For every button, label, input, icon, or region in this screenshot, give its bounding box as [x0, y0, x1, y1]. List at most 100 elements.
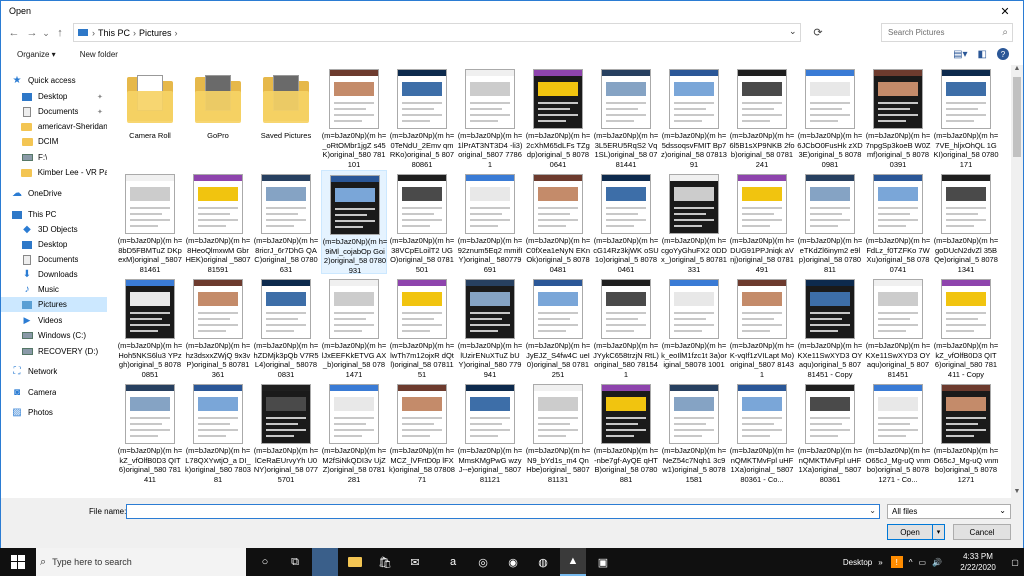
- file-item[interactable]: (m=bJaz0Np)(m h=38VCpELoilT2 UGO)origina…: [389, 170, 455, 274]
- file-item[interactable]: (m=bJaz0Np)(m h=5dssoqsvFMIT Bp7z)origin…: [661, 65, 727, 169]
- file-item[interactable]: (m=bJaz0Np)(m h=92znum5Eq2 mmifIY)origin…: [457, 170, 523, 274]
- taskbar-app-blank[interactable]: [312, 548, 338, 576]
- file-item[interactable]: (m=bJaz0Np)(m h=0TeNdU_2Emv qmRKo)origin…: [389, 65, 455, 169]
- file-item[interactable]: (m=bJaz0Np)(m h=L78QXYwtjO_a DI_k)origin…: [185, 380, 251, 484]
- sidebar-item-pictures[interactable]: Pictures: [1, 297, 107, 312]
- file-item[interactable]: (m=bJaz0Np)(m h=eTKdZl6inym2 e9lp)origin…: [797, 170, 863, 274]
- network-icon[interactable]: ▭: [918, 558, 926, 567]
- cortana-icon[interactable]: ○: [252, 548, 278, 576]
- file-item[interactable]: (m=bJaz0Np)(m h=goDUcN2dvZl 35BQe)origin…: [933, 170, 999, 274]
- photos-app-icon[interactable]: ▣: [590, 548, 616, 576]
- file-item[interactable]: (m=bJaz0Np)(m h=O65cJ_Mg-uQ vnmbo)origin…: [933, 380, 999, 484]
- sidebar-item-documents[interactable]: Documents: [1, 252, 107, 267]
- file-explorer-icon[interactable]: [342, 548, 368, 576]
- file-item[interactable]: (m=bJaz0Np)(m h=9iMl_cojabOp Goi2)origin…: [321, 170, 387, 275]
- windows-start-icon[interactable]: [0, 548, 36, 576]
- file-item[interactable]: (m=bJaz0Np)(m h=M2fSiNkQDI3v UjZZ)origin…: [321, 380, 387, 484]
- file-item[interactable]: (m=bJaz0Np)(m h=MmsKMgPwG wzyJ--e)origin…: [457, 380, 523, 484]
- sidebar-item-camera[interactable]: ◙ Camera: [1, 385, 107, 400]
- file-item[interactable]: (m=bJaz0Np)(m h=DUG91PPJniqk aVnj)origin…: [729, 170, 795, 274]
- tripadvisor-icon[interactable]: ◎: [470, 548, 496, 576]
- address-box[interactable]: › This PC › Pictures ›: [73, 23, 801, 42]
- preview-pane-icon[interactable]: ◧: [978, 49, 987, 60]
- sidebar-item-network[interactable]: ⛶ Network: [1, 364, 107, 379]
- file-item[interactable]: (m=bJaz0Np)(m h=8ricrJ_6r7DhG QAC)origin…: [253, 170, 319, 274]
- file-item[interactable]: (m=bJaz0Np)(m h=JYykC658trzjN RtL)origin…: [593, 275, 659, 379]
- cancel-button[interactable]: Cancel: [953, 524, 1011, 540]
- sidebar-item-dcim[interactable]: DCIM: [1, 134, 107, 149]
- sidebar-item-3d-objects[interactable]: ◆ 3D Objects: [1, 222, 107, 237]
- recent-locations-icon[interactable]: ⌄: [41, 28, 51, 39]
- file-name-input[interactable]: ⌄: [126, 504, 880, 519]
- file-name-dropdown-icon[interactable]: ⌄: [869, 506, 876, 515]
- file-item[interactable]: (m=bJaz0Np)(m h=7VE_hljxOhQL 1GKI)origin…: [933, 65, 999, 169]
- close-icon[interactable]: ✕: [987, 1, 1023, 21]
- file-item[interactable]: (m=bJaz0Np)(m h=C0fXea1eNyN EKnOk)origin…: [525, 170, 591, 274]
- file-item[interactable]: (m=bJaz0Np)(m h=2cXhM65dLFs TZgdp)origin…: [525, 65, 591, 169]
- media-app-icon[interactable]: ◉: [500, 548, 526, 576]
- file-item[interactable]: (m=bJaz0Np)(m h=KXe11SwXYD3 OYaqu)origin…: [865, 275, 931, 379]
- notification-app-icon[interactable]: !: [890, 556, 903, 568]
- file-item[interactable]: (m=bJaz0Np)(m h=hZDMjk3pQb V7R5L4)origin…: [253, 275, 319, 379]
- open-button[interactable]: Open ▾: [887, 524, 945, 540]
- scroll-up-icon[interactable]: ▲: [1011, 65, 1023, 75]
- taskbar-search[interactable]: ⌕ Type here to search: [36, 548, 246, 576]
- view-icon[interactable]: ▤▾: [953, 49, 967, 60]
- file-item[interactable]: (m=bJaz0Np)(m h=JyEJZ_S4fw4C ueI0)origin…: [525, 275, 591, 379]
- sidebar-item-quick-access[interactable]: ★ Quick access: [1, 73, 107, 88]
- vertical-scrollbar[interactable]: ▲ ▼: [1011, 65, 1023, 498]
- refresh-icon[interactable]: ⟳: [809, 23, 827, 42]
- organize-button[interactable]: Organize ▾: [17, 50, 56, 59]
- desktop-toolbar-label[interactable]: Desktop: [843, 558, 872, 567]
- file-item[interactable]: (m=bJaz0Np)(m h=hz3dsxxZWjQ 9x3vP)origin…: [185, 275, 251, 379]
- sidebar-item-photos[interactable]: ▨ Photos: [1, 405, 107, 420]
- file-item[interactable]: (m=bJaz0Np)(m h=-nbe7gf-AyQE qHTB)origin…: [593, 380, 659, 484]
- sidebar-item-videos[interactable]: ▶ Videos: [1, 313, 107, 328]
- volume-icon[interactable]: 🔊: [932, 558, 942, 567]
- sidebar-item-downloads[interactable]: ⬇ Downloads: [1, 267, 107, 282]
- forward-icon[interactable]: →: [23, 27, 41, 39]
- file-item[interactable]: (m=bJaz0Np)(m h=cgoYyGhuFX2 0DDx_)origin…: [661, 170, 727, 274]
- sidebar-item-music[interactable]: ♪ Music: [1, 282, 107, 297]
- vlc-icon[interactable]: ▲: [560, 548, 586, 576]
- help-icon[interactable]: ?: [997, 48, 1009, 60]
- file-item[interactable]: (m=bJaz0Np)(m h=KXe11SwXYD3 OYaqu)origin…: [797, 275, 863, 379]
- file-item[interactable]: (m=bJaz0Np)(m h=FdLz_f0TZFKo 7WXu)origin…: [865, 170, 931, 274]
- file-item[interactable]: (m=bJaz0Np)(m h=k_eoIlM1fzc1t 3a)origina…: [661, 275, 727, 379]
- file-item[interactable]: (m=bJaz0Np)(m h=Hoh5NKS6lu3 YPzgh)origin…: [117, 275, 183, 379]
- breadcrumb-pictures[interactable]: Pictures: [139, 28, 172, 38]
- sidebar-item-this-pc[interactable]: This PC: [1, 207, 107, 222]
- file-item[interactable]: (m=bJaz0Np)(m h=3L5ERU5RqS2 Vq1SL)origin…: [593, 65, 659, 169]
- file-item[interactable]: (m=bJaz0Np)(m h=K-vqIf1zVILapt Mo)origin…: [729, 275, 795, 379]
- file-item[interactable]: (m=bJaz0Np)(m h=cG14Rz3kjWK oSU1o)origin…: [593, 170, 659, 274]
- file-item[interactable]: (m=bJaz0Np)(m h=7npgSp3koeB W0Zmf)origin…: [865, 65, 931, 169]
- search-input[interactable]: Search Pictures ⌕: [881, 23, 1013, 42]
- task-view-icon[interactable]: ⧉: [282, 548, 308, 576]
- sidebar-item-windows-c[interactable]: Windows (C:): [1, 328, 107, 343]
- up-icon[interactable]: ↑: [51, 27, 69, 39]
- sidebar-item-americavr-sheridan[interactable]: americavr-Sheridan: [1, 119, 107, 134]
- clock[interactable]: 4:33 PM 2/22/2020: [952, 551, 1004, 573]
- file-item[interactable]: (m=bJaz0Np)(m h=kZ_vfOlfB0D3 QIT6)origin…: [933, 275, 999, 379]
- scroll-down-icon[interactable]: ▼: [1011, 488, 1023, 498]
- store-icon[interactable]: 🛍: [372, 548, 398, 576]
- sidebar-item-documents[interactable]: Documents ✦: [1, 104, 107, 119]
- address-dropdown-icon[interactable]: ⌄: [789, 26, 797, 37]
- file-item[interactable]: (m=bJaz0Np)(m h=8HeoQlmxwM GbrHEK)origin…: [185, 170, 251, 274]
- file-item[interactable]: (m=bJaz0Np)(m h=NeZ54c7Nqh1 3c9w1)origin…: [661, 380, 727, 484]
- sidebar-item-desktop[interactable]: Desktop ✦: [1, 89, 107, 104]
- file-item[interactable]: (m=bJaz0Np)(m h=lCeRaEUrvyYh U0NY)origin…: [253, 380, 319, 484]
- folder-item[interactable]: Camera Roll: [117, 65, 183, 169]
- file-item[interactable]: (m=bJaz0Np)(m h=_oRtOMbr1jgZ s45K)origin…: [321, 65, 387, 169]
- mail-icon[interactable]: ✉: [402, 548, 428, 576]
- file-type-select[interactable]: All files ⌄: [887, 504, 1011, 519]
- sidebar-item-desktop[interactable]: Desktop: [1, 237, 107, 252]
- file-item[interactable]: (m=bJaz0Np)(m h=6JCbO0FusHk zXD3E)origin…: [797, 65, 863, 169]
- file-item[interactable]: (m=bJaz0Np)(m h=6l5B1sXP9NKB 2fob)origin…: [729, 65, 795, 169]
- show-desktop-chevron-icon[interactable]: »: [878, 558, 882, 567]
- file-item[interactable]: (m=bJaz0Np)(m h=kZ_vfOlfB0D3 QIT6)origin…: [117, 380, 183, 484]
- folder-item[interactable]: GoPro: [185, 65, 251, 169]
- file-item[interactable]: (m=bJaz0Np)(m h=MCZ_lVFrtD0p lFXk)origin…: [389, 380, 455, 484]
- folder-item[interactable]: Saved Pictures: [253, 65, 319, 169]
- file-item[interactable]: (m=bJaz0Np)(m h=N9_bYd1s_m4 QnHbe)origin…: [525, 380, 591, 484]
